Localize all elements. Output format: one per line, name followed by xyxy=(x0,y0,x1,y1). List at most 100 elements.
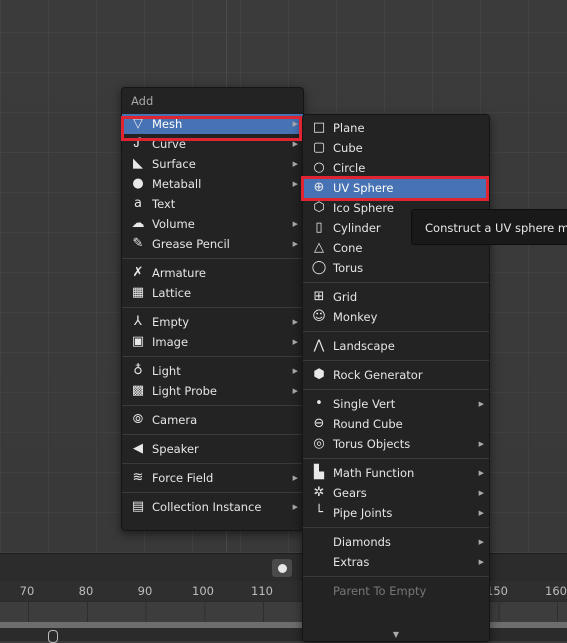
curve-icon: ᔑ xyxy=(133,136,143,151)
menu-item-pipe-joints[interactable]: └ Pipe Joints ▶ xyxy=(303,503,489,523)
menu-item-lattice[interactable]: ▦ Lattice xyxy=(122,283,303,303)
menu-item-round-cube[interactable]: ⊖ Round Cube xyxy=(303,414,489,434)
frame-tick-label: 160 xyxy=(545,584,567,598)
surface-icon: ◣ xyxy=(133,156,143,171)
submenu-arrow-icon: ▶ xyxy=(292,318,298,326)
menu-item-label: Light Probe xyxy=(152,384,217,398)
menu-item-label: Single Vert xyxy=(333,397,396,411)
menu-separator xyxy=(122,258,303,259)
menu-item-mesh[interactable]: ▽ Mesh ▶ xyxy=(122,114,303,134)
submenu-arrow-icon: ▶ xyxy=(292,474,298,482)
menu-item-label: Ico Sphere xyxy=(333,201,394,215)
menu-item-empty[interactable]: ⅄ Empty ▶ xyxy=(122,312,303,332)
submenu-arrow-icon: ▶ xyxy=(292,387,298,395)
frame-tick-label: 100 xyxy=(192,584,214,598)
submenu-arrow-icon: ▶ xyxy=(478,538,484,546)
menu-item-label: Lattice xyxy=(152,286,192,300)
menu-item-rock-generator[interactable]: ⬢ Rock Generator xyxy=(303,365,489,385)
menu-item-light[interactable]: ♁ Light ▶ xyxy=(122,361,303,381)
tooltip: Construct a UV sphere mesh. xyxy=(411,209,567,245)
menu-item-torus-objects[interactable]: ◎ Torus Objects ▶ xyxy=(303,434,489,454)
gears-icon: ✲ xyxy=(313,485,325,500)
submenu-arrow-icon: ▶ xyxy=(292,367,298,375)
submenu-arrow-icon: ▶ xyxy=(292,338,298,346)
menu-item-single-vert[interactable]: • Single Vert ▶ xyxy=(303,394,489,414)
menu-item-metaball[interactable]: ● Metaball ▶ xyxy=(122,174,303,194)
menu-item-image[interactable]: ▣ Image ▶ xyxy=(122,332,303,352)
menu-item-label: Grease Pencil xyxy=(152,237,230,251)
menu-item-label: Monkey xyxy=(333,310,378,324)
speaker-icon: ◀ xyxy=(133,441,143,456)
menu-item-label: Curve xyxy=(152,137,186,151)
menu-item-parent-to-empty: Parent To Empty xyxy=(303,581,489,601)
menu-separator xyxy=(303,331,489,332)
menu-item-label: Cube xyxy=(333,141,363,155)
menu-separator xyxy=(122,463,303,464)
menu-item-grid[interactable]: ⊞ Grid xyxy=(303,287,489,307)
cone-icon: △ xyxy=(314,240,324,255)
light-icon: ♁ xyxy=(133,363,143,378)
rock-generator-icon: ⬢ xyxy=(313,367,325,382)
menu-item-surface[interactable]: ◣ Surface ▶ xyxy=(122,154,303,174)
text-icon: a xyxy=(134,196,142,211)
menu-item-curve[interactable]: ᔑ Curve ▶ xyxy=(122,134,303,154)
menu-item-label: Text xyxy=(152,197,176,211)
menu-item-landscape[interactable]: ⋀ Landscape xyxy=(303,336,489,356)
mesh-submenu: □ Plane ▢ Cube ○ Circle ⊕ UV Sphere ⬡ Ico Sphere ▯… xyxy=(302,114,490,642)
menu-item-label: Math Function xyxy=(333,466,415,480)
image-icon: ▣ xyxy=(131,334,145,349)
menu-item-armature[interactable]: ✗ Armature xyxy=(122,263,303,283)
menu-item-label: Pipe Joints xyxy=(333,506,393,520)
menu-item-label: Torus Objects xyxy=(333,437,411,451)
menu-item-torus[interactable]: ◯ Torus xyxy=(303,258,489,278)
menu-item-label: Armature xyxy=(152,266,206,280)
menu-item-force-field[interactable]: ≋ Force Field ▶ xyxy=(122,468,303,488)
menu-item-math-function[interactable]: ▙ Math Function ▶ xyxy=(303,463,489,483)
menu-separator xyxy=(303,282,489,283)
menu-item-label: Light xyxy=(152,364,181,378)
menu-separator xyxy=(303,576,489,577)
menu-separator xyxy=(122,434,303,435)
menu-item-label: Gears xyxy=(333,486,367,500)
empty-icon: ⅄ xyxy=(134,314,142,329)
add-menu-title: Add xyxy=(131,94,154,108)
menu-item-grease-pencil[interactable]: ✎ Grease Pencil ▶ xyxy=(122,234,303,254)
menu-item-light-probe[interactable]: ▩ Light Probe ▶ xyxy=(122,381,303,401)
grease-pencil-icon: ✎ xyxy=(132,236,144,251)
menu-item-speaker[interactable]: ◀ Speaker xyxy=(122,439,303,459)
collection-instance-icon: ▤ xyxy=(131,499,145,514)
circle-icon: ○ xyxy=(313,160,325,175)
cube-icon: ▢ xyxy=(312,140,326,155)
ico-sphere-icon: ⬡ xyxy=(313,200,325,215)
torus-icon: ◯ xyxy=(311,260,327,275)
menu-item-label: Extras xyxy=(333,555,370,569)
math-function-icon: ▙ xyxy=(314,465,324,480)
menu-item-extras[interactable]: Extras ▶ xyxy=(303,552,489,572)
submenu-arrow-icon: ▶ xyxy=(292,160,298,168)
menu-item-label: Metaball xyxy=(152,177,202,191)
frame-tick-label: 110 xyxy=(251,584,273,598)
menu-item-monkey[interactable]: ☺ Monkey xyxy=(303,307,489,327)
menu-item-collection-instance[interactable]: ▤ Collection Instance ▶ xyxy=(122,497,303,517)
menu-item-camera[interactable]: ⦾ Camera xyxy=(122,410,303,430)
menu-separator xyxy=(303,389,489,390)
menu-separator xyxy=(122,356,303,357)
submenu-arrow-icon: ▶ xyxy=(478,469,484,477)
menu-item-label: Grid xyxy=(333,290,358,304)
menu-item-label: UV Sphere xyxy=(333,181,394,195)
scroll-down-icon[interactable]: ▼ xyxy=(303,630,489,639)
menu-separator xyxy=(303,360,489,361)
menu-item-uv-sphere[interactable]: ⊕ UV Sphere xyxy=(303,178,489,198)
menu-item-diamonds[interactable]: Diamonds ▶ xyxy=(303,532,489,552)
menu-item-text[interactable]: a Text xyxy=(122,194,303,214)
menu-item-gears[interactable]: ✲ Gears ▶ xyxy=(303,483,489,503)
menu-item-circle[interactable]: ○ Circle xyxy=(303,158,489,178)
menu-item-volume[interactable]: ☁ Volume ▶ xyxy=(122,214,303,234)
menu-item-plane[interactable]: □ Plane xyxy=(303,118,489,138)
menu-item-label: Image xyxy=(152,335,189,349)
record-button[interactable] xyxy=(272,559,292,577)
submenu-arrow-icon: ▶ xyxy=(292,240,298,248)
menu-item-cube[interactable]: ▢ Cube xyxy=(303,138,489,158)
menu-separator xyxy=(303,527,489,528)
menu-item-label: Empty xyxy=(152,315,190,329)
